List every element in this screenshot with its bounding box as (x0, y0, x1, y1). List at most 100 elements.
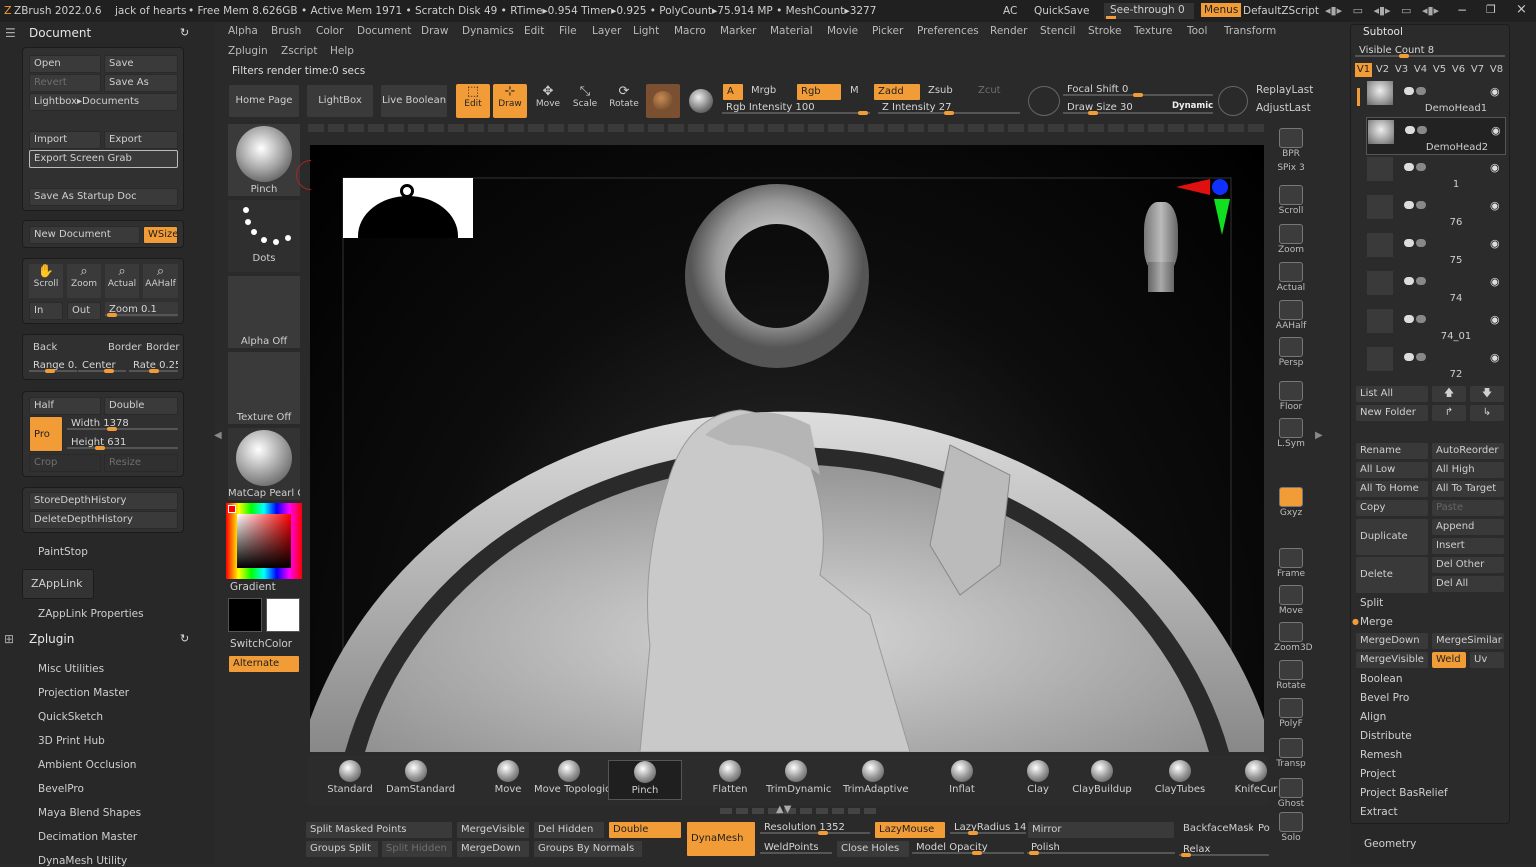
menu-picker[interactable]: Picker (872, 25, 903, 37)
brush-inflat[interactable]: Inflat (932, 760, 992, 800)
default-zscript-button[interactable]: DefaultZScript (1243, 5, 1319, 17)
quicksave-button[interactable]: QuickSave (1034, 5, 1089, 17)
collapse-right-icon[interactable]: ▶ (1315, 430, 1323, 441)
pro-button[interactable]: Pro (29, 416, 63, 452)
menu-macro[interactable]: Macro (674, 25, 706, 37)
subtool-item[interactable]: ◉ 74_01 (1366, 307, 1506, 345)
menu-transform[interactable]: Transform (1224, 25, 1276, 37)
insert-button[interactable]: Insert (1432, 538, 1504, 554)
viewtool-floor[interactable]: Floor (1274, 381, 1308, 412)
texture-thumbnail[interactable]: Texture Off (228, 352, 300, 424)
merge-similar-button[interactable]: MergeSimilar (1432, 633, 1504, 649)
subtool-toggle-icon[interactable] (1404, 315, 1414, 323)
menu-zplugin[interactable]: Zplugin (228, 45, 268, 57)
menu-stroke[interactable]: Stroke (1088, 25, 1121, 37)
brush-pinch[interactable]: Pinch (608, 760, 682, 800)
menu-alpha[interactable]: Alpha (228, 25, 258, 37)
viewtool-frame[interactable]: Frame (1274, 548, 1308, 579)
mirror-button[interactable]: Mirror (1027, 821, 1175, 839)
subtool-item[interactable]: ◉ DemoHead1 (1366, 79, 1506, 117)
weld-points-toggle[interactable]: WeldPoints (760, 840, 832, 855)
subtool-tab-v7[interactable]: V7 (1469, 63, 1486, 77)
menu-zscript[interactable]: Zscript (281, 45, 317, 57)
maximize-icon[interactable]: ❐ (1486, 3, 1496, 16)
viewtool-gxyz[interactable]: Gxyz (1274, 487, 1308, 518)
alternate-button[interactable]: Alternate (228, 655, 300, 673)
merge-down-button[interactable]: MergeDown (1356, 633, 1428, 649)
subtool-toggle-icon[interactable] (1404, 201, 1414, 209)
zoom-tool-button[interactable]: ⌕ Zoom (67, 264, 101, 298)
subtool-item[interactable]: ◉ DemoHead2 (1366, 117, 1506, 155)
section-project-basrelief[interactable]: Project BasRelief (1360, 787, 1448, 799)
focal-shift-icon[interactable] (1028, 86, 1060, 116)
viewtool-scroll[interactable]: Scroll (1274, 185, 1308, 216)
switch-color-button[interactable]: SwitchColor (230, 638, 292, 650)
double-button[interactable]: Double (104, 397, 178, 415)
viewtool-solo[interactable]: Solo (1274, 812, 1308, 843)
weld-button[interactable]: Weld (1432, 652, 1466, 668)
po-button[interactable]: Po (1254, 821, 1270, 837)
menu-draw[interactable]: Draw (421, 25, 448, 37)
section-boolean[interactable]: Boolean (1360, 673, 1403, 685)
viewtool-zoom[interactable]: Zoom (1274, 224, 1308, 255)
subtool-tab-v3[interactable]: V3 (1393, 63, 1410, 77)
rate-slider[interactable]: Rate 0.25 (129, 358, 178, 373)
menu-layer[interactable]: Layer (592, 25, 621, 37)
lightbox-documents-button[interactable]: Lightbox▸Documents (29, 93, 178, 111)
menu-movie[interactable]: Movie (827, 25, 858, 37)
zoom-in-button[interactable]: In (29, 302, 63, 320)
brush-flatten[interactable]: Flatten (700, 760, 760, 800)
close-icon[interactable]: × (1516, 2, 1527, 17)
crop-button[interactable]: Crop (29, 454, 101, 472)
rgb-button[interactable]: Rgb (796, 83, 842, 101)
material-thumbnail[interactable]: MatCap Pearl C (228, 428, 300, 500)
menu-file[interactable]: File (559, 25, 577, 37)
backface-mask-button[interactable]: BackfaceMask (1179, 821, 1253, 837)
move-down-icon[interactable]: 🡇 (1470, 386, 1504, 402)
merge-visible-button[interactable]: MergeVisible (1356, 652, 1428, 668)
paste-button[interactable]: Paste (1432, 500, 1504, 516)
border-color-button[interactable]: Border (146, 342, 180, 353)
wsize-button[interactable]: WSize (143, 226, 178, 244)
export-button[interactable]: Export (104, 131, 178, 149)
menu-stencil[interactable]: Stencil (1040, 25, 1076, 37)
lazymouse-button[interactable]: LazyMouse (874, 821, 946, 839)
subtool-toggle-icon[interactable] (1416, 87, 1426, 95)
subtool-toggle-icon[interactable] (1417, 126, 1427, 134)
a-button[interactable]: A (722, 83, 744, 101)
model-opacity-slider[interactable]: Model Opacity (912, 840, 1024, 855)
replay-last-button[interactable]: ReplayLast (1256, 84, 1313, 96)
uv-button[interactable]: Uv (1470, 652, 1504, 668)
subtool-toggle-icon[interactable] (1416, 201, 1426, 209)
menu-help[interactable]: Help (330, 45, 354, 57)
menus-button[interactable]: Menus (1201, 3, 1242, 17)
merge-down-bottom-button[interactable]: MergeDown (456, 840, 530, 858)
subtool-toggle-icon[interactable] (1404, 277, 1414, 285)
z-intensity-slider[interactable]: Z Intensity 27 (878, 100, 1020, 115)
section-remesh[interactable]: Remesh (1360, 749, 1402, 761)
section-extract[interactable]: Extract (1360, 806, 1398, 818)
del-hidden-button[interactable]: Del Hidden (533, 821, 605, 839)
geometry-section[interactable]: Geometry (1364, 838, 1416, 850)
eye-icon[interactable]: ◉ (1490, 275, 1500, 288)
viewtool-polyf[interactable]: PolyF (1274, 698, 1308, 729)
menu-light[interactable]: Light (633, 25, 659, 37)
draw-button[interactable]: ⊹ Draw (493, 84, 527, 118)
eye-icon[interactable]: ◉ (1490, 351, 1500, 364)
revert-button[interactable]: Revert (29, 74, 101, 92)
m-button[interactable]: M (846, 83, 868, 99)
brush-trimadaptive[interactable]: TrimAdaptive (843, 760, 909, 800)
subtool-toggle-icon[interactable] (1416, 315, 1426, 323)
close-holes-button[interactable]: Close Holes (836, 840, 910, 858)
material-swatch[interactable] (646, 84, 680, 118)
half-button[interactable]: Half (29, 397, 101, 415)
all-high-button[interactable]: All High (1432, 462, 1504, 478)
plugin-item[interactable]: QuickSketch (38, 711, 103, 723)
subtool-scrollbar[interactable] (1357, 88, 1360, 106)
eye-icon[interactable]: ◉ (1490, 199, 1500, 212)
brush-damstandard[interactable]: DamStandard (386, 760, 455, 800)
all-to-home-button[interactable]: All To Home (1356, 481, 1428, 497)
zcut-button[interactable]: Zcut (974, 83, 1022, 99)
alpha-thumbnail[interactable]: Alpha Off (228, 276, 300, 348)
save-as-button[interactable]: Save As (104, 74, 178, 92)
